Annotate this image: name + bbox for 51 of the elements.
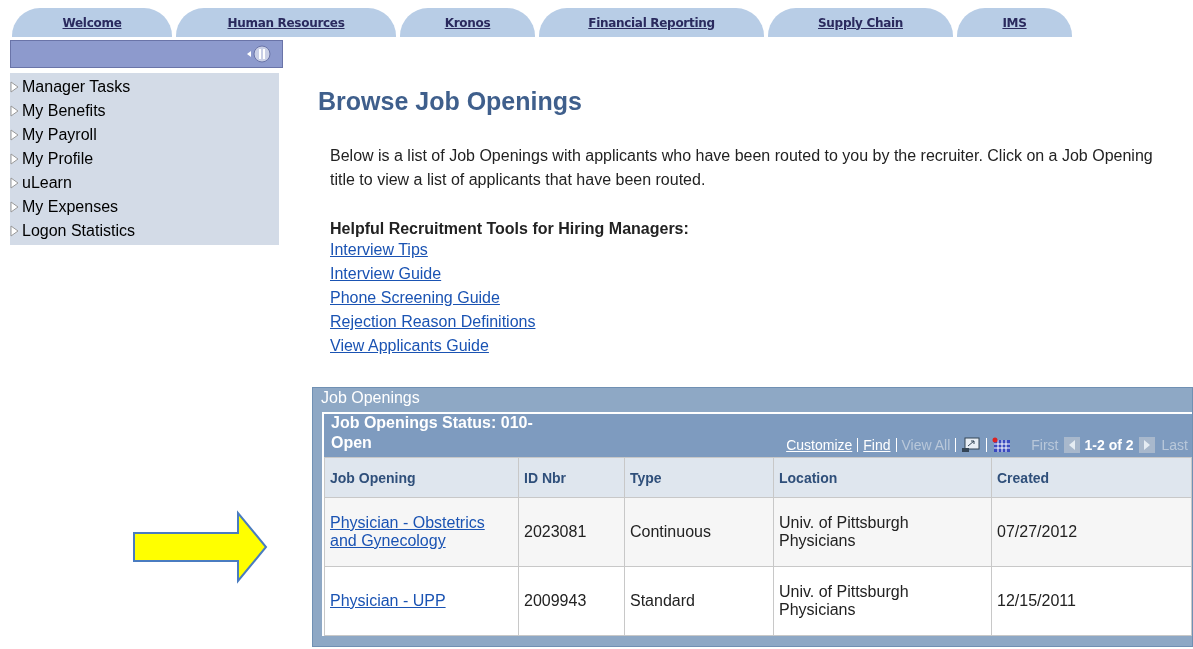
table-cell: Univ. of Pittsburgh Physicians: [779, 514, 909, 549]
expand-triangle-icon[interactable]: [10, 177, 19, 189]
previous-icon[interactable]: [1063, 437, 1080, 453]
resource-link[interactable]: View Applicants Guide: [330, 334, 489, 358]
resource-link[interactable]: Interview Guide: [330, 262, 442, 286]
resource-link[interactable]: Rejection Reason Definitions: [330, 310, 536, 334]
resource-link[interactable]: Phone Screening Guide: [330, 286, 500, 310]
expand-triangle-icon[interactable]: [10, 81, 19, 93]
nav-tab[interactable]: Financial Reporting: [539, 8, 764, 37]
expand-triangle-icon[interactable]: [10, 105, 19, 117]
nav-tab[interactable]: Kronos: [400, 8, 535, 37]
intro-paragraph: Below is a list of Job Openings with applicants who have been routed to you by the recruiter. Click on a Job Opening title to view a list of applicants that have been routed.: [330, 146, 1154, 190]
table-cell: 12/15/2011: [997, 592, 1076, 609]
grid-subtitle: Job Openings Status: 010-Open: [331, 413, 534, 453]
grid-title: Job Openings: [320, 388, 421, 408]
grid-icon[interactable]: [992, 437, 1013, 453]
job-link[interactable]: Physician - UPP: [330, 592, 446, 610]
sidebar-item[interactable]: My Benefits: [22, 102, 106, 120]
column-header: Location: [773, 457, 992, 498]
pager-first: First: [1031, 437, 1059, 453]
pager-last: Last: [1161, 437, 1188, 453]
sidebar-item[interactable]: My Payroll: [22, 126, 97, 144]
table-cell: 07/27/2012: [997, 523, 1078, 540]
expand-triangle-icon[interactable]: [10, 201, 19, 213]
expand-triangle-icon[interactable]: [10, 153, 19, 165]
resource-link[interactable]: Interview Tips: [330, 238, 428, 262]
nav-tab[interactable]: Supply Chain: [768, 8, 953, 37]
sidebar-item[interactable]: My Expenses: [22, 198, 119, 216]
expand-triangle-icon[interactable]: [10, 129, 19, 141]
column-header: Type: [624, 457, 774, 498]
column-header: ID Nbr: [518, 457, 625, 498]
table-cell: 2009943: [524, 592, 587, 609]
pager-range: 1-2 of 2: [1084, 437, 1134, 453]
table-cell: Standard: [630, 592, 695, 609]
expand-triangle-icon[interactable]: [10, 225, 19, 237]
nav-tab[interactable]: IMS: [957, 8, 1072, 37]
sidebar-item[interactable]: My Profile: [22, 150, 94, 168]
column-header: Job Opening: [324, 457, 519, 498]
next-icon[interactable]: [1138, 437, 1155, 453]
sidebar-item[interactable]: Logon Statistics: [22, 222, 135, 240]
zoom-icon[interactable]: [961, 437, 982, 453]
table-cell: Continuous: [630, 523, 711, 540]
nav-tab[interactable]: Welcome: [12, 8, 172, 37]
table-cell: Univ. of Pittsburgh Physicians: [779, 583, 909, 618]
nav-tab[interactable]: Human Resources: [176, 8, 396, 37]
column-header: Created: [991, 457, 1192, 498]
sidebar-item[interactable]: uLearn: [22, 174, 72, 192]
tools-heading: Helpful Recruitment Tools for Hiring Managers:: [330, 220, 690, 238]
page-title: Browse Job Openings: [318, 87, 583, 116]
sidebar-item[interactable]: Manager Tasks: [22, 78, 131, 96]
table-cell: 2023081: [524, 523, 587, 540]
